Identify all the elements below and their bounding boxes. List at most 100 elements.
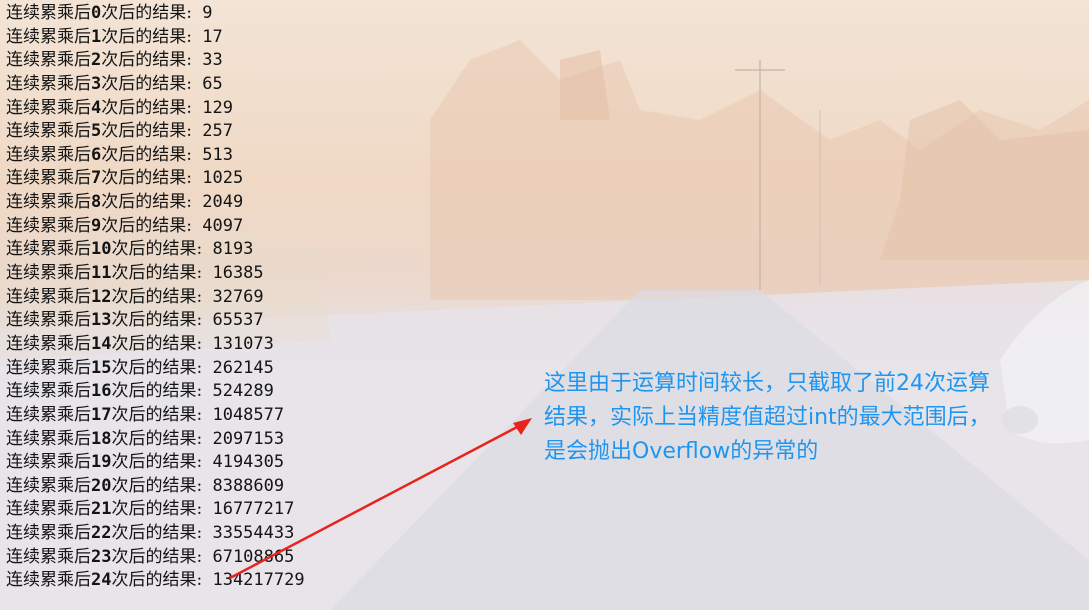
- console-line-count: 21: [91, 499, 112, 520]
- console-line-count: 10: [91, 239, 112, 260]
- console-line-suffix: 次后的结果:: [101, 50, 192, 71]
- console-line-suffix: 次后的结果:: [101, 3, 192, 23]
- console-line-suffix: 次后的结果:: [101, 73, 192, 94]
- console-line-value: 8388609: [212, 475, 285, 496]
- annotation-line: 是会抛出Overflow的异常的: [544, 439, 819, 464]
- console-line: 连续累乘后0次后的结果: 9: [6, 2, 305, 26]
- console-line-prefix: 连续累乘后: [6, 192, 91, 213]
- console-line-count: 24: [91, 570, 112, 591]
- console-line-count: 19: [91, 452, 112, 473]
- console-line-count: 16: [91, 381, 112, 402]
- console-line: 连续累乘后16次后的结果: 524289: [6, 380, 305, 404]
- console-line-count: 2: [91, 50, 102, 71]
- console-line-prefix: 连续累乘后: [6, 357, 91, 378]
- console-line-prefix: 连续累乘后: [6, 570, 91, 591]
- console-line-value: 33: [202, 50, 223, 71]
- console-line: 连续累乘后1次后的结果: 17: [6, 26, 305, 50]
- console-line-value: 8193: [212, 239, 254, 260]
- console-line-count: 15: [91, 357, 112, 378]
- console-line-suffix: 次后的结果:: [111, 263, 203, 284]
- console-line-count: 1: [91, 26, 102, 47]
- console-line-suffix: 次后的结果:: [111, 404, 203, 425]
- console-line-value: 134217729: [212, 570, 305, 591]
- console-line-value: 1048577: [212, 404, 285, 425]
- console-line-suffix: 次后的结果:: [111, 333, 203, 354]
- console-line-suffix: 次后的结果:: [111, 357, 203, 378]
- console-line-count: 11: [91, 263, 112, 284]
- console-output: 连续累乘后0次后的结果: 9 连续累乘后1次后的结果: 17 连续累乘后2次后的结果…: [6, 2, 305, 593]
- console-line-count: 12: [91, 286, 112, 307]
- console-line-prefix: 连续累乘后: [6, 523, 91, 544]
- console-line-value: 33554433: [212, 523, 295, 544]
- console-line-suffix: 次后的结果:: [111, 286, 203, 307]
- console-line-prefix: 连续累乘后: [6, 239, 91, 260]
- console-line-prefix: 连续累乘后: [6, 475, 91, 496]
- console-line-suffix: 次后的结果:: [101, 121, 192, 142]
- console-line: 连续累乘后12次后的结果: 32769: [6, 286, 305, 310]
- console-line-suffix: 次后的结果:: [101, 97, 192, 118]
- console-line-prefix: 连续累乘后: [6, 215, 91, 236]
- console-line-value: 16777217: [212, 499, 295, 520]
- console-line-suffix: 次后的结果:: [101, 144, 192, 165]
- console-line-suffix: 次后的结果:: [101, 215, 192, 236]
- console-line-value: 4097: [202, 215, 244, 236]
- console-line: 连续累乘后6次后的结果: 513: [6, 144, 305, 168]
- console-line-suffix: 次后的结果:: [111, 546, 203, 567]
- console-line-count: 23: [91, 546, 112, 567]
- console-line-prefix: 连续累乘后: [6, 546, 91, 567]
- console-line-prefix: 连续累乘后: [6, 97, 91, 118]
- console-line-prefix: 连续累乘后: [6, 263, 91, 284]
- console-line-prefix: 连续累乘后: [6, 121, 91, 142]
- console-line-suffix: 次后的结果:: [111, 310, 203, 331]
- console-line-prefix: 连续累乘后: [6, 3, 91, 23]
- console-line-prefix: 连续累乘后: [6, 50, 91, 71]
- annotation-line: 结果，实际上当精度值超过int的最大范围后，: [544, 405, 991, 430]
- console-line-suffix: 次后的结果:: [111, 570, 203, 591]
- console-line-prefix: 连续累乘后: [6, 144, 91, 165]
- console-line-suffix: 次后的结果:: [111, 381, 203, 402]
- console-line-value: 65: [202, 73, 223, 94]
- console-line-value: 262145: [212, 357, 274, 378]
- console-line-value: 513: [202, 144, 233, 165]
- annotation-note: 这里由于运算时间较长，只截取了前24次运算 结果，实际上当精度值超过int的最大…: [544, 367, 1084, 469]
- console-line: 连续累乘后24次后的结果: 134217729: [6, 569, 305, 593]
- console-line-prefix: 连续累乘后: [6, 428, 91, 449]
- console-line-count: 14: [91, 333, 112, 354]
- console-line-suffix: 次后的结果:: [111, 452, 203, 473]
- console-line: 连续累乘后7次后的结果: 1025: [6, 167, 305, 191]
- console-line-suffix: 次后的结果:: [111, 428, 203, 449]
- console-line-prefix: 连续累乘后: [6, 168, 91, 189]
- console-line-prefix: 连续累乘后: [6, 499, 91, 520]
- console-line-prefix: 连续累乘后: [6, 73, 91, 94]
- console-line: 连续累乘后22次后的结果: 33554433: [6, 522, 305, 546]
- console-line: 连续累乘后13次后的结果: 65537: [6, 309, 305, 333]
- console-line-value: 67108865: [212, 546, 295, 567]
- console-line-suffix: 次后的结果:: [111, 499, 203, 520]
- console-line-value: 524289: [212, 381, 274, 402]
- console-line-suffix: 次后的结果:: [111, 475, 203, 496]
- console-line: 连续累乘后20次后的结果: 8388609: [6, 475, 305, 499]
- console-line: 连续累乘后9次后的结果: 4097: [6, 215, 305, 239]
- console-line-prefix: 连续累乘后: [6, 310, 91, 331]
- console-line-suffix: 次后的结果:: [111, 239, 203, 260]
- console-line: 连续累乘后5次后的结果: 257: [6, 120, 305, 144]
- console-line: 连续累乘后14次后的结果: 131073: [6, 333, 305, 357]
- console-line-count: 6: [91, 144, 102, 165]
- console-line-suffix: 次后的结果:: [111, 523, 203, 544]
- console-line-value: 17: [202, 26, 223, 47]
- console-line-count: 3: [91, 73, 102, 94]
- console-line-value: 129: [202, 97, 233, 118]
- console-line: 连续累乘后8次后的结果: 2049: [6, 191, 305, 215]
- console-line-count: 22: [91, 523, 112, 544]
- console-line: 连续累乘后11次后的结果: 16385: [6, 262, 305, 286]
- console-line: 连续累乘后18次后的结果: 2097153: [6, 428, 305, 452]
- console-line-value: 1025: [202, 168, 244, 189]
- console-line-value: 4194305: [212, 452, 285, 473]
- console-line-value: 131073: [212, 333, 274, 354]
- console-line: 连续累乘后21次后的结果: 16777217: [6, 498, 305, 522]
- console-line: 连续累乘后23次后的结果: 67108865: [6, 546, 305, 570]
- console-line-value: 9: [202, 3, 213, 23]
- console-line-prefix: 连续累乘后: [6, 286, 91, 307]
- console-line-count: 18: [91, 428, 112, 449]
- console-line-suffix: 次后的结果:: [101, 192, 192, 213]
